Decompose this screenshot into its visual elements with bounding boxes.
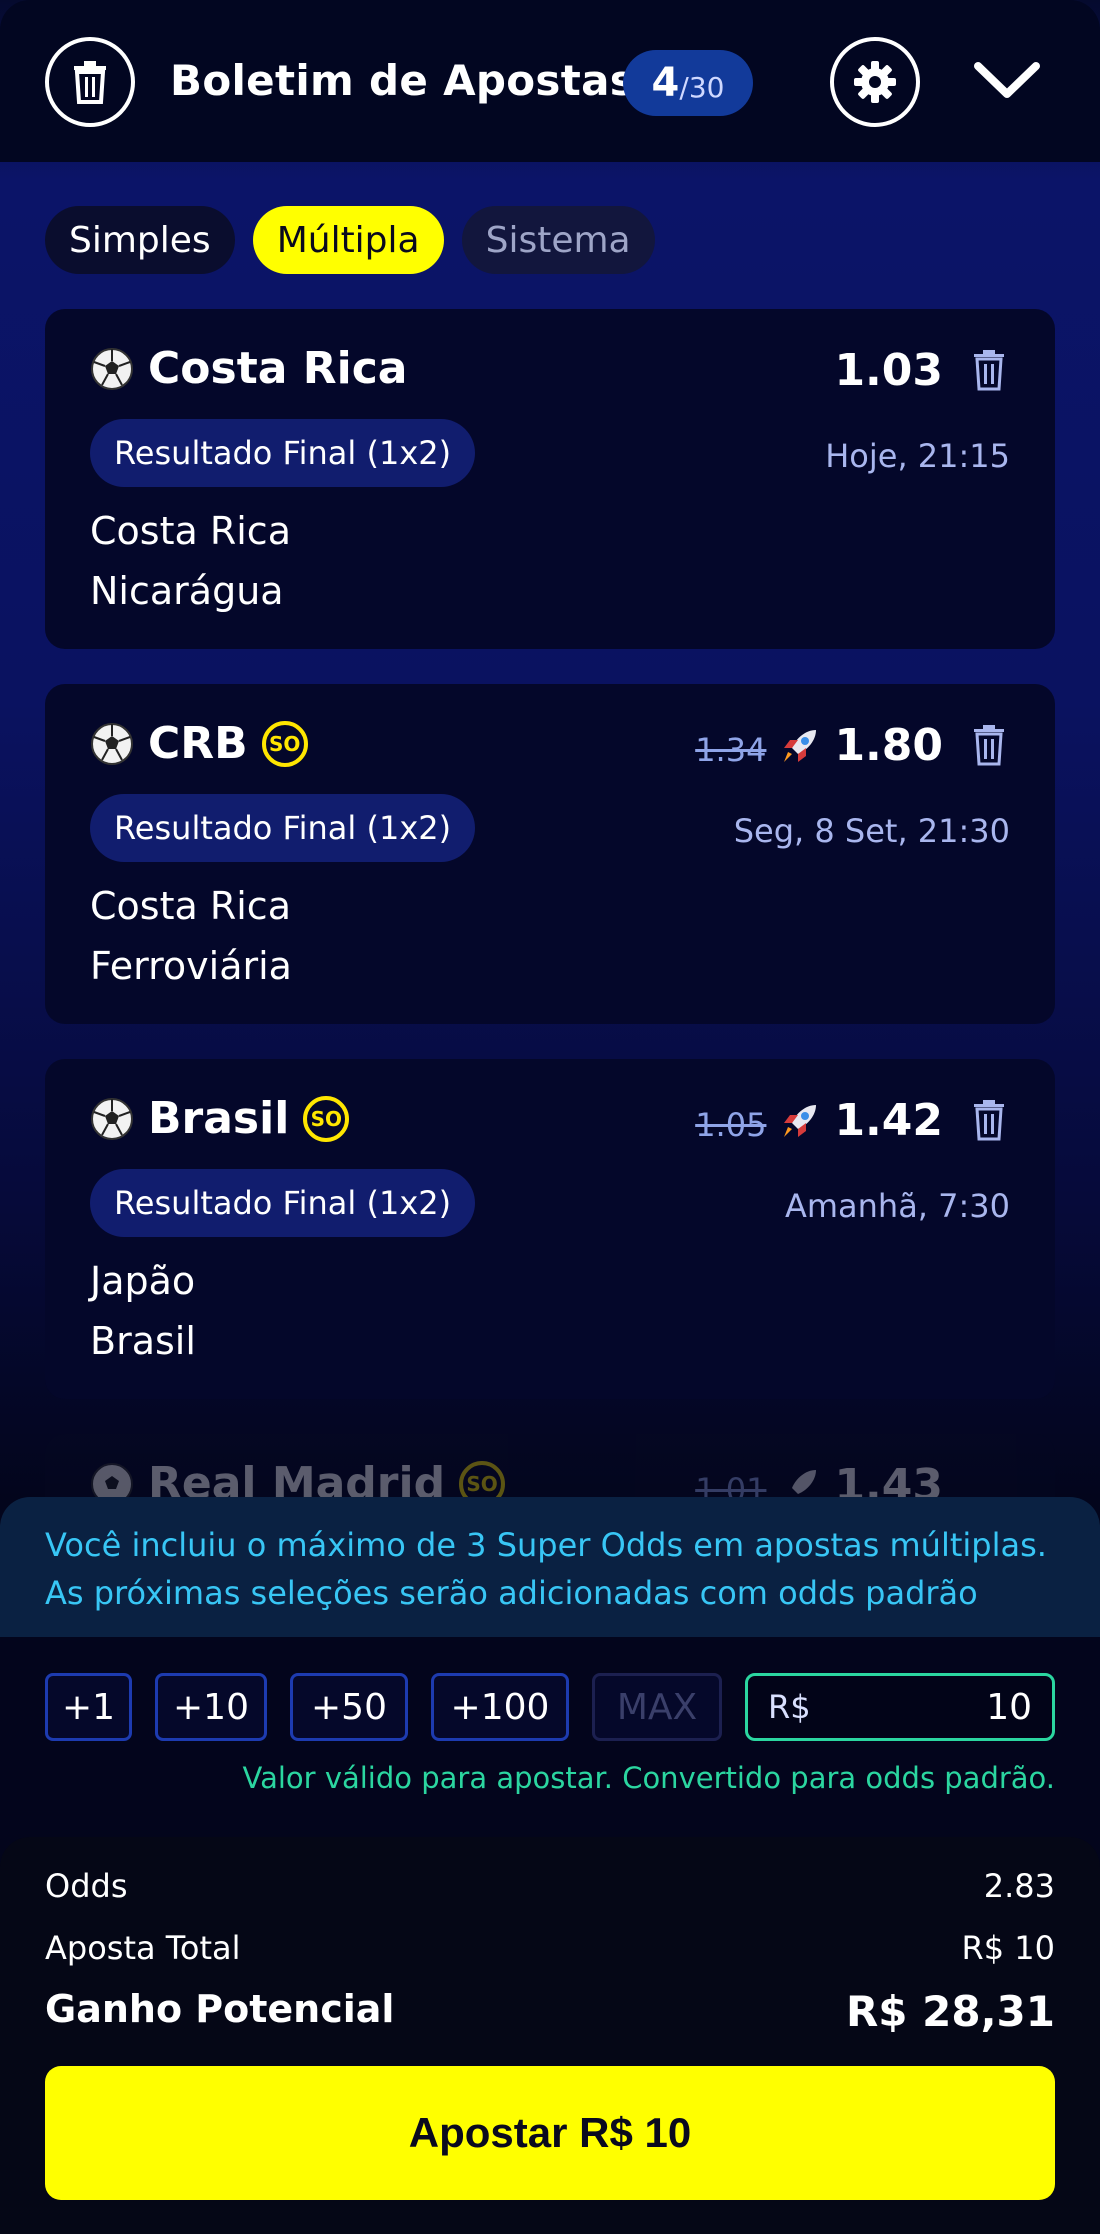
- selection-team-name: Costa Rica: [148, 343, 408, 394]
- away-team: Brasil: [90, 1319, 196, 1363]
- gear-icon: [854, 61, 896, 103]
- event-time: Amanhã, 7:30: [784, 1187, 1010, 1225]
- odd-value: 1.03: [834, 345, 943, 396]
- bet-type-tabs: Simples Múltipla Sistema: [45, 206, 655, 274]
- rocket-icon: [784, 1104, 817, 1137]
- stake-validation-message: Valor válido para apostar. Convertido pa…: [242, 1761, 1055, 1795]
- odd-value: 1.80: [834, 720, 943, 771]
- bet-summary: Odds 2.83 Aposta Total R$ 10 Ganho Poten…: [0, 1837, 1100, 2234]
- stake-value: 10: [986, 1686, 1032, 1728]
- collapse-button[interactable]: [972, 56, 1042, 110]
- odds-display: 1.03: [834, 345, 943, 396]
- quick-stake-100[interactable]: +100: [431, 1673, 569, 1741]
- quick-stake-50[interactable]: +50: [290, 1673, 408, 1741]
- stake-area: +1 +10 +50 +100 MAX R$ 10 Valor válido p…: [0, 1637, 1100, 1837]
- stake-input[interactable]: R$ 10: [745, 1673, 1055, 1741]
- quick-stake-10[interactable]: +10: [155, 1673, 267, 1741]
- notice-line-2: As próximas seleções serão adicionadas c…: [45, 1574, 978, 1612]
- total-stake-row: Aposta Total R$ 10: [45, 1929, 1055, 1967]
- market-pill: Resultado Final (1x2): [90, 794, 476, 862]
- odd-value: 1.42: [834, 1095, 943, 1146]
- home-team: Costa Rica: [90, 884, 291, 928]
- home-team: Japão: [90, 1259, 196, 1303]
- tab-simples[interactable]: Simples: [45, 206, 235, 274]
- odds-total: 2.83: [983, 1867, 1055, 1905]
- away-team: Nicarágua: [90, 569, 284, 613]
- quick-stake-1[interactable]: +1: [45, 1673, 132, 1741]
- original-odd: 1.34: [695, 730, 767, 769]
- potential-gain-label: Ganho Potencial: [45, 1987, 395, 2031]
- chevron-down-icon: [974, 62, 1040, 98]
- notice-line-1: Você incluiu o máximo de 3 Super Odds em…: [45, 1526, 1047, 1564]
- remove-selection-button[interactable]: [971, 349, 1007, 391]
- odds-label: Odds: [45, 1867, 128, 1905]
- super-odds-icon: SO: [303, 1095, 350, 1142]
- trash-icon: [74, 61, 106, 104]
- odds-display: 1.34 1.80: [695, 720, 943, 771]
- soccer-ball-icon: [91, 722, 133, 765]
- selection-team-name: CRB: [148, 718, 248, 769]
- rocket-icon: [784, 729, 817, 762]
- betslip-header: Boletim de Apostas 4 /30: [0, 0, 1100, 162]
- selection-count-badge: 4 /30: [623, 50, 753, 116]
- selection-max: /30: [679, 70, 725, 104]
- selection-team-name: Brasil: [148, 1093, 290, 1144]
- selection-card: CRB SO 1.34 1.80 Resultado Final (1x2) S…: [45, 684, 1055, 1024]
- potential-gain-value: R$ 28,31: [845, 1987, 1055, 2036]
- selection-team: Brasil SO: [90, 1093, 350, 1144]
- selection-card: Costa Rica 1.03 Resultado Final (1x2) Ho…: [45, 309, 1055, 649]
- soccer-ball-icon: [91, 347, 133, 390]
- event-time: Seg, 8 Set, 21:30: [733, 812, 1010, 850]
- remove-selection-button[interactable]: [971, 1099, 1007, 1141]
- selection-team: Costa Rica: [90, 343, 408, 394]
- tab-sistema[interactable]: Sistema: [461, 206, 655, 274]
- original-odd: 1.05: [695, 1105, 767, 1144]
- odds-display: 1.05 1.42: [695, 1095, 943, 1146]
- tab-multipla[interactable]: Múltipla: [252, 206, 444, 274]
- home-team: Costa Rica: [90, 509, 291, 553]
- stake-currency: R$: [768, 1688, 811, 1726]
- total-stake-label: Aposta Total: [45, 1929, 241, 1967]
- potential-gain-row: Ganho Potencial R$ 28,31: [45, 1987, 1055, 2036]
- page-title: Boletim de Apostas: [170, 56, 636, 105]
- selection-team: CRB SO: [90, 718, 308, 769]
- selection-count: 4: [651, 60, 680, 106]
- super-odds-notice: Você incluiu o máximo de 3 Super Odds em…: [0, 1497, 1100, 1637]
- settings-button[interactable]: [830, 37, 920, 127]
- soccer-ball-icon: [91, 1097, 133, 1140]
- super-odds-icon: SO: [261, 720, 308, 767]
- event-time: Hoje, 21:15: [825, 437, 1010, 475]
- place-bet-button[interactable]: Apostar R$ 10: [45, 2066, 1055, 2200]
- selection-card: Brasil SO 1.05 1.42 Resultado Final (1x2…: [45, 1059, 1055, 1399]
- odds-row: Odds 2.83: [45, 1867, 1055, 1905]
- total-stake-value: R$ 10: [961, 1929, 1055, 1967]
- away-team: Ferroviária: [90, 944, 292, 988]
- quick-stake-max[interactable]: MAX: [592, 1673, 722, 1741]
- market-pill: Resultado Final (1x2): [90, 419, 476, 487]
- market-pill: Resultado Final (1x2): [90, 1169, 476, 1237]
- remove-selection-button[interactable]: [971, 724, 1007, 766]
- clear-betslip-button[interactable]: [45, 37, 135, 127]
